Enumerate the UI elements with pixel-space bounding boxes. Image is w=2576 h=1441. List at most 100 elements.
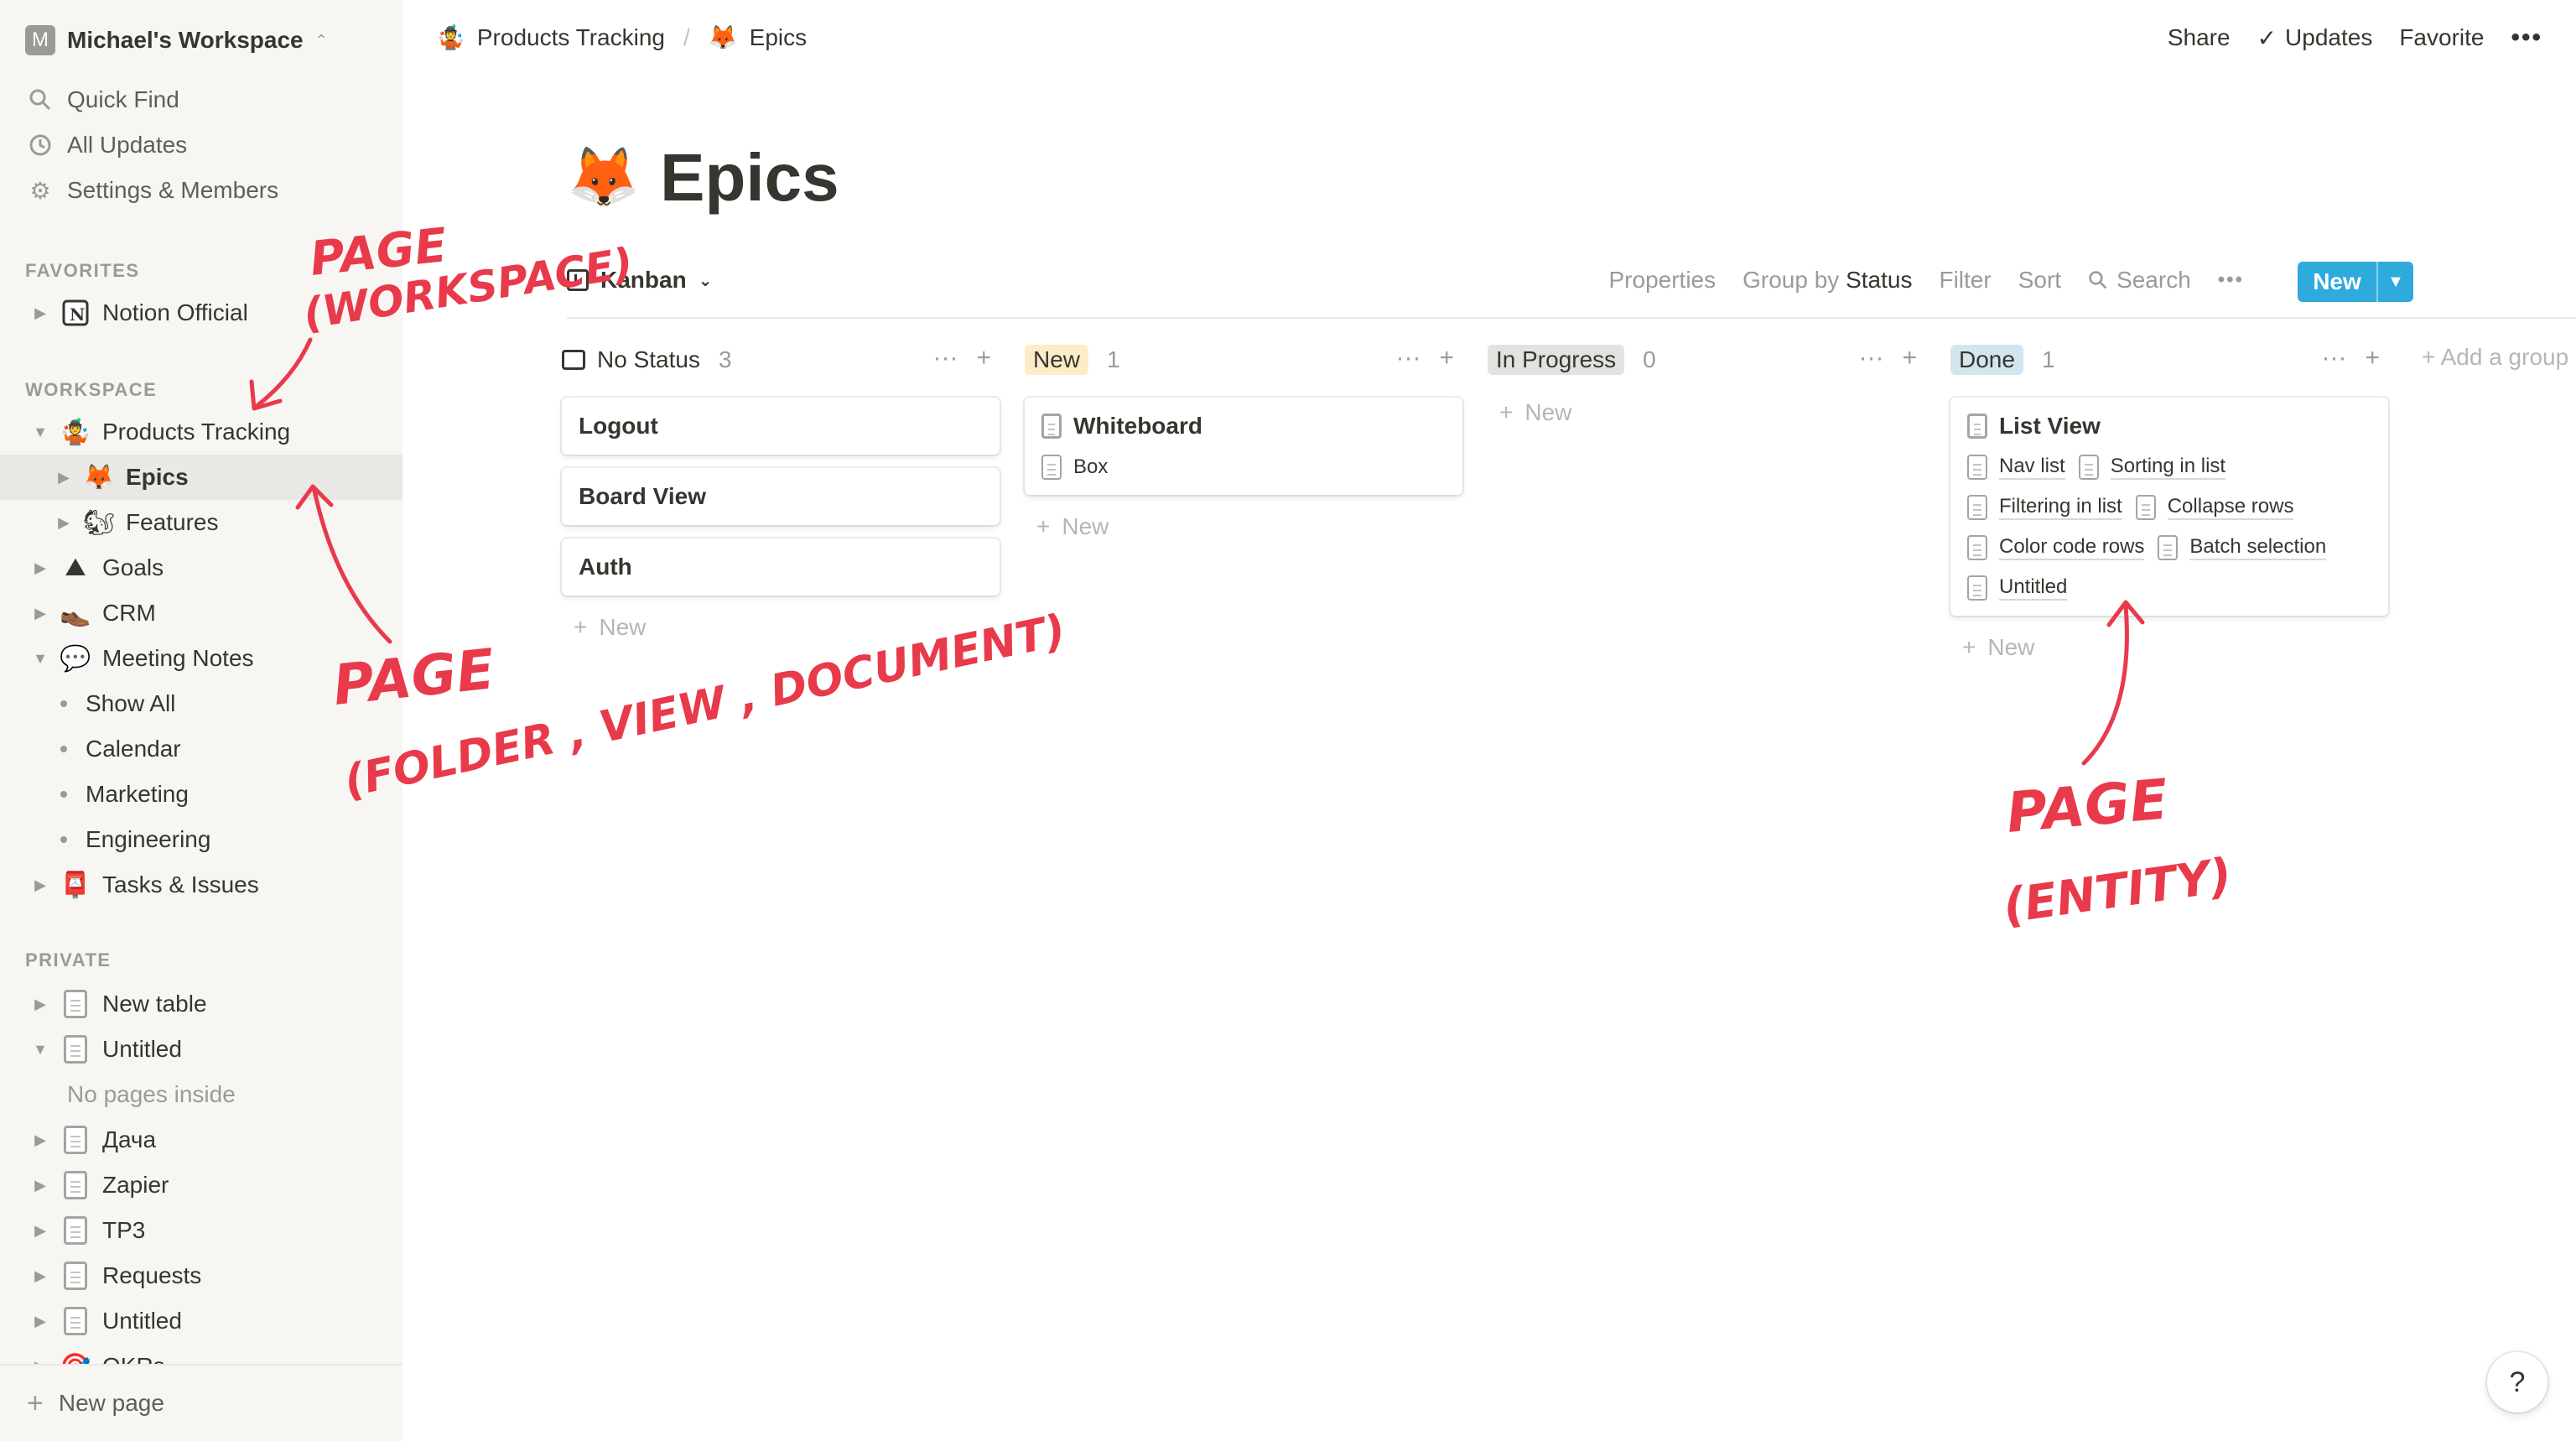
new-page-button[interactable]: + New page (0, 1364, 402, 1441)
sidebar-item-engineering[interactable]: Engineering (0, 817, 402, 862)
plus-icon[interactable]: + (1439, 344, 1454, 372)
column-tools: ··· + (932, 344, 991, 372)
caret-right-icon[interactable]: ▶ (30, 1313, 50, 1330)
caret-down-icon[interactable]: ▼ (30, 1041, 50, 1059)
sub-page-link[interactable]: Color code rows (1967, 535, 2145, 560)
properties-button[interactable]: Properties (1609, 267, 1716, 294)
column-name[interactable]: In Progress (1488, 345, 1625, 375)
sub-page-link[interactable]: Box (1041, 455, 1108, 480)
more-options-icon[interactable]: ··· (2321, 344, 2346, 372)
page-icon (60, 1306, 91, 1336)
more-options-icon[interactable]: ··· (1858, 344, 1883, 372)
sidebar-item-show-all[interactable]: Show All (0, 681, 402, 726)
column-new-button[interactable]: + New (1025, 513, 1462, 540)
search-button[interactable]: Search (2088, 267, 2191, 294)
sub-page-link[interactable]: Batch selection (2158, 535, 2327, 560)
more-options-icon[interactable]: ··· (1395, 344, 1420, 372)
board-card[interactable]: Board View (562, 468, 1000, 525)
page-title-text[interactable]: Epics (660, 139, 839, 216)
settings-button[interactable]: ⚙ Settings & Members (27, 172, 278, 209)
favorite-button[interactable]: Favorite (2399, 24, 2484, 51)
sub-page-link[interactable]: Untitled (1967, 575, 2068, 601)
workspace-switcher[interactable]: M Michael's Workspace ⌃ (25, 23, 328, 57)
top-actions: Share ✓ Updates Favorite ••• (2168, 23, 2542, 52)
column-new-button[interactable]: + New (1488, 399, 1925, 426)
column-new-button[interactable]: + New (1950, 634, 2388, 661)
caret-right-icon[interactable]: ▶ (30, 1131, 50, 1149)
sidebar-item-notion-official[interactable]: ▶ N Notion Official (0, 290, 402, 336)
sidebar-item-new-table[interactable]: ▶ New table (0, 981, 402, 1027)
caret-right-icon[interactable]: ▶ (54, 514, 74, 532)
board-card[interactable]: Auth (562, 538, 1000, 596)
sidebar-item-label: Notion Official (102, 299, 248, 325)
sidebar-item-features[interactable]: ▶ 🐿 Features (0, 500, 402, 545)
breadcrumb-epics[interactable]: Epics (750, 24, 807, 51)
plus-icon: + (1962, 634, 1976, 660)
column-name[interactable]: Done (1950, 345, 2023, 375)
sidebar-item-untitled[interactable]: ▼ Untitled (0, 1027, 402, 1072)
caret-right-icon[interactable]: ▶ (30, 996, 50, 1013)
column-name[interactable]: New (1025, 345, 1089, 375)
board-card[interactable]: Logout (562, 398, 1000, 455)
caret-right-icon[interactable]: ▶ (30, 1267, 50, 1285)
caret-right-icon[interactable]: ▶ (30, 559, 50, 577)
sidebar-item-meeting-notes[interactable]: ▼ 💬 Meeting Notes (0, 636, 402, 681)
sub-page-link[interactable]: Filtering in list (1967, 495, 2122, 520)
sidebar-item-tasks-issues[interactable]: ▶ 📮 Tasks & Issues (0, 862, 402, 908)
sidebar-item-tp3[interactable]: ▶ TP3 (0, 1208, 402, 1253)
sub-page-link[interactable]: Nav list (1967, 455, 2065, 480)
caret-right-icon[interactable]: ▶ (30, 877, 50, 894)
filter-button[interactable]: Filter (1939, 267, 1991, 294)
sidebar-item-requests[interactable]: ▶ Requests (0, 1253, 402, 1298)
all-updates-button[interactable]: All Updates (27, 127, 187, 164)
caret-down-icon[interactable]: ▼ (30, 424, 50, 441)
sidebar-item-marketing[interactable]: Marketing (0, 772, 402, 817)
board-card[interactable]: List View Nav list Sorting in list Filte… (1950, 398, 2388, 616)
plus-icon[interactable]: + (1902, 344, 1917, 372)
sidebar-item-goals[interactable]: ▶ ⛰ Goals (0, 545, 402, 590)
sub-page-link[interactable]: Sorting in list (2078, 455, 2226, 480)
new-label: New (1524, 399, 1572, 425)
sidebar-item-zapier[interactable]: ▶ Zapier (0, 1163, 402, 1208)
sidebar-item-crm[interactable]: ▶ 👞 CRM (0, 590, 402, 636)
sidebar-item-calendar[interactable]: Calendar (0, 726, 402, 772)
new-button[interactable]: New ▼ (2298, 262, 2413, 302)
more-options-icon[interactable]: ··· (932, 344, 958, 372)
column-new-button[interactable]: + New (562, 614, 1000, 641)
bullet-icon (60, 746, 67, 752)
sub-page-link[interactable]: Collapse rows (2135, 495, 2294, 520)
sidebar-item-dacha[interactable]: ▶ Дача (0, 1117, 402, 1163)
plus-icon[interactable]: + (976, 344, 991, 372)
page-icon (1041, 414, 1062, 439)
more-options-icon[interactable]: ••• (2511, 23, 2542, 52)
group-by-button[interactable]: Group by Status (1742, 267, 1912, 294)
caret-right-icon[interactable]: ▶ (30, 304, 50, 322)
caret-down-icon[interactable]: ▼ (30, 650, 50, 668)
chevron-down-icon[interactable]: ▼ (2376, 262, 2413, 302)
share-button[interactable]: Share (2168, 24, 2231, 51)
chevron-down-icon: ⌄ (698, 271, 713, 290)
column-name[interactable]: No Status (597, 346, 700, 373)
sub-page-label: Sorting in list (2110, 455, 2226, 480)
view-switcher[interactable]: Kanban ⌄ (567, 267, 712, 294)
quick-find-button[interactable]: Quick Find (27, 81, 179, 118)
column-header: In Progress 0 ··· + (1488, 339, 1925, 381)
help-button[interactable]: ? (2487, 1352, 2547, 1412)
sort-button[interactable]: Sort (2018, 267, 2061, 294)
fox-emoji-icon[interactable]: 🦊 (567, 143, 640, 212)
caret-right-icon[interactable]: ▶ (54, 469, 74, 486)
caret-right-icon[interactable]: ▶ (30, 1177, 50, 1194)
breadcrumb-products-tracking[interactable]: Products Tracking (477, 24, 665, 51)
caret-right-icon[interactable]: ▶ (30, 605, 50, 622)
sidebar-item-epics[interactable]: ▶ 🦊 Epics (0, 455, 402, 500)
plus-icon[interactable]: + (2365, 344, 2380, 372)
caret-right-icon[interactable]: ▶ (30, 1222, 50, 1240)
board-card[interactable]: Whiteboard Box (1025, 398, 1462, 495)
sidebar-item-untitled-2[interactable]: ▶ Untitled (0, 1298, 402, 1344)
add-group-button[interactable]: + Add a group (2422, 344, 2576, 371)
updates-button[interactable]: ✓ Updates (2257, 24, 2373, 52)
view-tools: Properties Group by Status Filter Sort S… (1609, 267, 2387, 294)
sidebar-item-products-tracking[interactable]: ▼ 🤹 Products Tracking (0, 409, 402, 455)
card-title: Auth (579, 554, 632, 580)
more-options-icon[interactable]: ••• (2218, 268, 2244, 292)
